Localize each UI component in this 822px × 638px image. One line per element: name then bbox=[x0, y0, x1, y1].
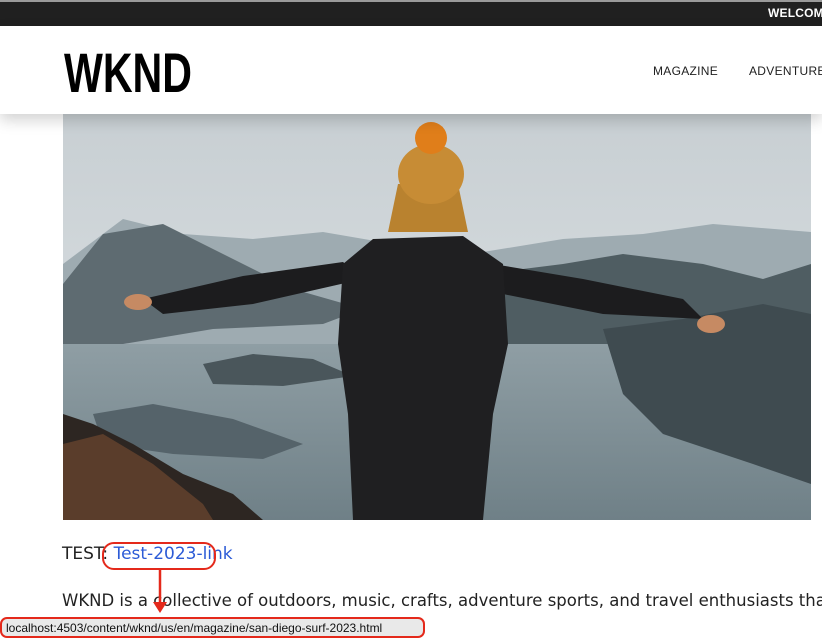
top-bar: WELCOME bbox=[0, 0, 822, 26]
status-bar-url: localhost:4503/content/wknd/us/en/magazi… bbox=[0, 617, 425, 638]
link-highlight-annotation bbox=[102, 542, 216, 570]
nav-item-magazine[interactable]: MAGAZINE bbox=[653, 64, 718, 78]
hero-illustration bbox=[63, 114, 811, 520]
main-nav: MAGAZINE ADVENTURES bbox=[0, 64, 822, 84]
welcome-text: WELCOME bbox=[768, 6, 822, 20]
intro-paragraph: WKND is a collective of outdoors, music,… bbox=[62, 591, 822, 610]
arrow-annotation bbox=[153, 568, 167, 613]
hero-image bbox=[63, 114, 811, 520]
site-header: WKND MAGAZINE ADVENTURES bbox=[0, 26, 822, 114]
nav-item-adventures[interactable]: ADVENTURES bbox=[749, 64, 822, 78]
